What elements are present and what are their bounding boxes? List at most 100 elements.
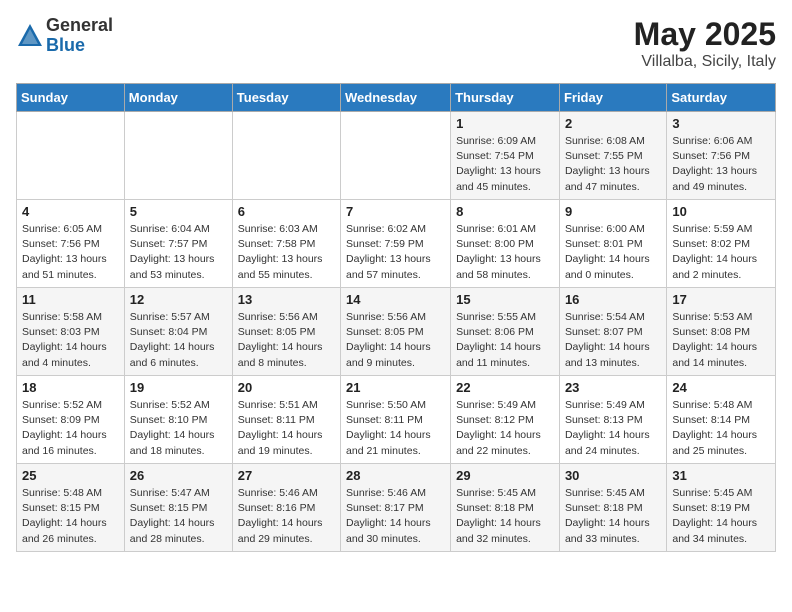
day-number: 13 xyxy=(238,292,335,307)
weekday-header-sunday: Sunday xyxy=(17,84,125,112)
day-number: 9 xyxy=(565,204,661,219)
day-info: Sunrise: 5:52 AM Sunset: 8:09 PM Dayligh… xyxy=(22,398,119,459)
logo-text: General Blue xyxy=(46,16,113,56)
title-area: May 2025 Villalba, Sicily, Italy xyxy=(634,16,776,71)
calendar-cell: 30 Sunrise: 5:45 AM Sunset: 8:18 PM Dayli… xyxy=(559,464,666,552)
calendar-cell: 17 Sunrise: 5:53 AM Sunset: 8:08 PM Dayli… xyxy=(667,288,776,376)
day-number: 28 xyxy=(346,468,445,483)
calendar-cell: 8 Sunrise: 6:01 AM Sunset: 8:00 PM Daylig… xyxy=(451,200,560,288)
weekday-header-friday: Friday xyxy=(559,84,666,112)
calendar-week-3: 11 Sunrise: 5:58 AM Sunset: 8:03 PM Dayli… xyxy=(17,288,776,376)
calendar-cell: 19 Sunrise: 5:52 AM Sunset: 8:10 PM Dayli… xyxy=(124,376,232,464)
day-number: 4 xyxy=(22,204,119,219)
day-number: 10 xyxy=(672,204,770,219)
calendar-cell xyxy=(124,112,232,200)
calendar-cell: 20 Sunrise: 5:51 AM Sunset: 8:11 PM Dayli… xyxy=(232,376,340,464)
month-title: May 2025 xyxy=(634,16,776,53)
day-number: 20 xyxy=(238,380,335,395)
calendar-cell: 6 Sunrise: 6:03 AM Sunset: 7:58 PM Daylig… xyxy=(232,200,340,288)
day-number: 22 xyxy=(456,380,554,395)
day-number: 21 xyxy=(346,380,445,395)
calendar-cell: 28 Sunrise: 5:46 AM Sunset: 8:17 PM Dayli… xyxy=(341,464,451,552)
day-number: 24 xyxy=(672,380,770,395)
day-number: 30 xyxy=(565,468,661,483)
calendar-week-4: 18 Sunrise: 5:52 AM Sunset: 8:09 PM Dayli… xyxy=(17,376,776,464)
calendar-cell: 29Sunrise: 5:45 AM Sunset: 8:18 PM Dayli… xyxy=(451,464,560,552)
logo: General Blue xyxy=(16,16,113,56)
calendar-week-2: 4 Sunrise: 6:05 AM Sunset: 7:56 PM Daylig… xyxy=(17,200,776,288)
calendar-cell: 31Sunrise: 5:45 AM Sunset: 8:19 PM Dayli… xyxy=(667,464,776,552)
calendar-cell: 10Sunrise: 5:59 AM Sunset: 8:02 PM Dayli… xyxy=(667,200,776,288)
calendar-header-row: SundayMondayTuesdayWednesdayThursdayFrid… xyxy=(17,84,776,112)
day-info: Sunrise: 5:48 AM Sunset: 8:14 PM Dayligh… xyxy=(672,398,770,459)
day-number: 29 xyxy=(456,468,554,483)
page-header: General Blue May 2025 Villalba, Sicily, … xyxy=(16,16,776,71)
day-number: 14 xyxy=(346,292,445,307)
calendar-cell: 3Sunrise: 6:06 AM Sunset: 7:56 PM Daylig… xyxy=(667,112,776,200)
day-info: Sunrise: 5:49 AM Sunset: 8:12 PM Dayligh… xyxy=(456,398,554,459)
day-number: 5 xyxy=(130,204,227,219)
calendar-cell: 18 Sunrise: 5:52 AM Sunset: 8:09 PM Dayli… xyxy=(17,376,125,464)
calendar-cell: 7Sunrise: 6:02 AM Sunset: 7:59 PM Daylig… xyxy=(341,200,451,288)
calendar-cell: 1Sunrise: 6:09 AM Sunset: 7:54 PM Daylig… xyxy=(451,112,560,200)
logo-icon xyxy=(16,22,44,50)
day-number: 27 xyxy=(238,468,335,483)
weekday-header-monday: Monday xyxy=(124,84,232,112)
weekday-header-tuesday: Tuesday xyxy=(232,84,340,112)
day-info: Sunrise: 5:46 AM Sunset: 8:17 PM Dayligh… xyxy=(346,486,445,547)
location-title: Villalba, Sicily, Italy xyxy=(634,53,776,71)
day-number: 19 xyxy=(130,380,227,395)
day-number: 16 xyxy=(565,292,661,307)
calendar-cell: 16 Sunrise: 5:54 AM Sunset: 8:07 PM Dayli… xyxy=(559,288,666,376)
day-info: Sunrise: 5:52 AM Sunset: 8:10 PM Dayligh… xyxy=(130,398,227,459)
logo-general-text: General xyxy=(46,16,113,36)
weekday-header-saturday: Saturday xyxy=(667,84,776,112)
day-info: Sunrise: 5:48 AM Sunset: 8:15 PM Dayligh… xyxy=(22,486,119,547)
day-info: Sunrise: 5:58 AM Sunset: 8:03 PM Dayligh… xyxy=(22,310,119,371)
calendar-cell: 12Sunrise: 5:57 AM Sunset: 8:04 PM Dayli… xyxy=(124,288,232,376)
calendar-cell xyxy=(17,112,125,200)
calendar-cell: 5 Sunrise: 6:04 AM Sunset: 7:57 PM Daylig… xyxy=(124,200,232,288)
calendar-cell: 21 Sunrise: 5:50 AM Sunset: 8:11 PM Dayli… xyxy=(341,376,451,464)
day-number: 23 xyxy=(565,380,661,395)
calendar-cell: 13Sunrise: 5:56 AM Sunset: 8:05 PM Dayli… xyxy=(232,288,340,376)
day-info: Sunrise: 5:51 AM Sunset: 8:11 PM Dayligh… xyxy=(238,398,335,459)
day-info: Sunrise: 5:50 AM Sunset: 8:11 PM Dayligh… xyxy=(346,398,445,459)
day-info: Sunrise: 6:03 AM Sunset: 7:58 PM Dayligh… xyxy=(238,222,335,283)
calendar-cell: 24 Sunrise: 5:48 AM Sunset: 8:14 PM Dayli… xyxy=(667,376,776,464)
day-info: Sunrise: 5:57 AM Sunset: 8:04 PM Dayligh… xyxy=(130,310,227,371)
day-number: 17 xyxy=(672,292,770,307)
calendar-cell: 22 Sunrise: 5:49 AM Sunset: 8:12 PM Dayli… xyxy=(451,376,560,464)
calendar-cell: 26Sunrise: 5:47 AM Sunset: 8:15 PM Dayli… xyxy=(124,464,232,552)
day-info: Sunrise: 5:45 AM Sunset: 8:18 PM Dayligh… xyxy=(565,486,661,547)
day-info: Sunrise: 5:56 AM Sunset: 8:05 PM Dayligh… xyxy=(346,310,445,371)
day-number: 2 xyxy=(565,116,661,131)
day-info: Sunrise: 6:02 AM Sunset: 7:59 PM Dayligh… xyxy=(346,222,445,283)
day-number: 18 xyxy=(22,380,119,395)
calendar-cell: 23 Sunrise: 5:49 AM Sunset: 8:13 PM Dayli… xyxy=(559,376,666,464)
day-number: 6 xyxy=(238,204,335,219)
day-number: 3 xyxy=(672,116,770,131)
calendar-cell: 14 Sunrise: 5:56 AM Sunset: 8:05 PM Dayli… xyxy=(341,288,451,376)
day-info: Sunrise: 5:55 AM Sunset: 8:06 PM Dayligh… xyxy=(456,310,554,371)
day-info: Sunrise: 5:53 AM Sunset: 8:08 PM Dayligh… xyxy=(672,310,770,371)
day-number: 8 xyxy=(456,204,554,219)
day-info: Sunrise: 6:04 AM Sunset: 7:57 PM Dayligh… xyxy=(130,222,227,283)
day-info: Sunrise: 5:49 AM Sunset: 8:13 PM Dayligh… xyxy=(565,398,661,459)
day-number: 1 xyxy=(456,116,554,131)
calendar-cell: 15 Sunrise: 5:55 AM Sunset: 8:06 PM Dayli… xyxy=(451,288,560,376)
weekday-header-thursday: Thursday xyxy=(451,84,560,112)
calendar-week-5: 25Sunrise: 5:48 AM Sunset: 8:15 PM Dayli… xyxy=(17,464,776,552)
day-info: Sunrise: 6:05 AM Sunset: 7:56 PM Dayligh… xyxy=(22,222,119,283)
day-info: Sunrise: 6:01 AM Sunset: 8:00 PM Dayligh… xyxy=(456,222,554,283)
day-number: 11 xyxy=(22,292,119,307)
day-info: Sunrise: 6:08 AM Sunset: 7:55 PM Dayligh… xyxy=(565,134,661,195)
day-number: 31 xyxy=(672,468,770,483)
day-number: 15 xyxy=(456,292,554,307)
calendar-cell xyxy=(232,112,340,200)
day-info: Sunrise: 6:00 AM Sunset: 8:01 PM Dayligh… xyxy=(565,222,661,283)
calendar-cell: 11 Sunrise: 5:58 AM Sunset: 8:03 PM Dayli… xyxy=(17,288,125,376)
calendar-table: SundayMondayTuesdayWednesdayThursdayFrid… xyxy=(16,83,776,552)
weekday-header-wednesday: Wednesday xyxy=(341,84,451,112)
day-info: Sunrise: 5:54 AM Sunset: 8:07 PM Dayligh… xyxy=(565,310,661,371)
